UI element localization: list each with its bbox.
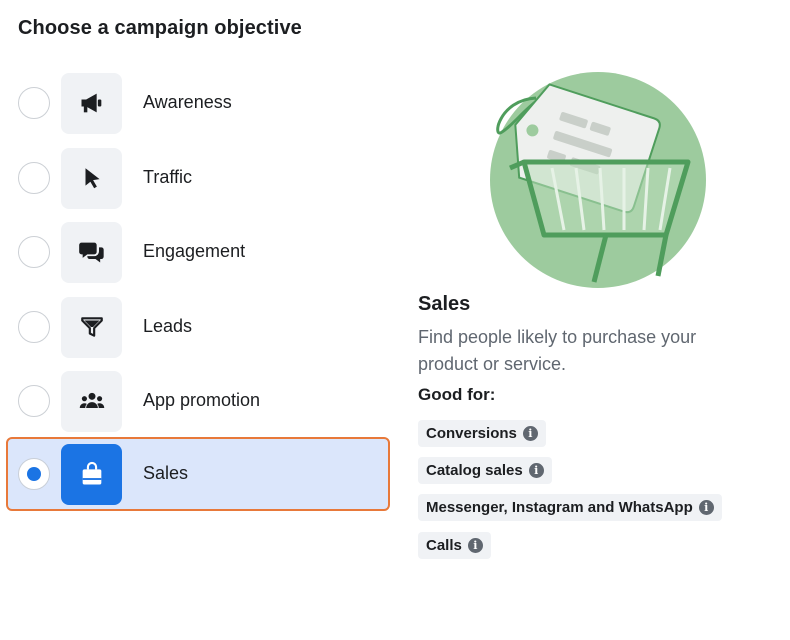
icon-box-leads — [61, 296, 122, 358]
tag-conversions: Conversions i — [418, 420, 546, 447]
radio-leads[interactable] — [18, 311, 50, 343]
radio-app-promotion[interactable] — [18, 385, 50, 417]
objective-leads[interactable]: Leads — [6, 290, 390, 364]
icon-box-sales — [61, 443, 122, 505]
objective-label: Traffic — [143, 167, 193, 187]
icon-box-app-promotion — [61, 370, 122, 432]
tag-label: Messenger, Instagram and WhatsApp — [426, 499, 693, 516]
radio-engagement[interactable] — [18, 236, 50, 268]
funnel-icon — [80, 317, 103, 337]
info-icon[interactable]: i — [528, 463, 544, 478]
tag-label: Catalog sales — [426, 462, 523, 479]
cursor-icon — [85, 168, 100, 189]
tag-label: Conversions — [426, 425, 517, 442]
megaphone-icon — [81, 93, 101, 113]
radio-traffic[interactable] — [18, 162, 50, 194]
icon-box-engagement — [61, 221, 122, 283]
objective-label: App promotion — [143, 390, 261, 410]
objective-sales[interactable]: Sales — [6, 437, 390, 511]
chat-bubbles-icon — [78, 242, 104, 263]
info-icon[interactable]: i — [467, 538, 483, 553]
objective-app-promotion[interactable]: App promotion — [6, 364, 390, 438]
tag-messenger-instagram-whatsapp: Messenger, Instagram and WhatsApp i — [418, 494, 722, 521]
detail-description: Find people likely to purchase your prod… — [418, 327, 697, 374]
objective-label: Sales — [143, 463, 189, 483]
radio-awareness[interactable] — [18, 87, 50, 119]
objective-label: Leads — [143, 316, 193, 336]
sales-illustration — [490, 72, 706, 288]
detail-title: Sales — [418, 293, 471, 315]
icon-box-awareness — [61, 72, 122, 134]
objective-label: Engagement — [143, 241, 246, 261]
objective-label: Awareness — [143, 92, 232, 112]
info-icon[interactable]: i — [522, 426, 538, 441]
tag-calls: Calls i — [418, 532, 491, 559]
objective-traffic[interactable]: Traffic — [6, 141, 390, 215]
info-icon[interactable]: i — [698, 500, 714, 515]
tag-catalog-sales: Catalog sales i — [418, 457, 552, 484]
objective-engagement[interactable]: Engagement — [6, 215, 390, 289]
objective-awareness[interactable]: Awareness — [6, 66, 390, 140]
tag-label: Calls — [426, 537, 462, 554]
shopping-bag-icon — [82, 461, 101, 485]
icon-box-traffic — [61, 147, 122, 209]
good-for-label: Good for: — [418, 385, 496, 404]
page-title: Choose a campaign objective — [18, 17, 302, 39]
people-icon — [79, 392, 104, 408]
radio-sales[interactable] — [18, 458, 50, 490]
